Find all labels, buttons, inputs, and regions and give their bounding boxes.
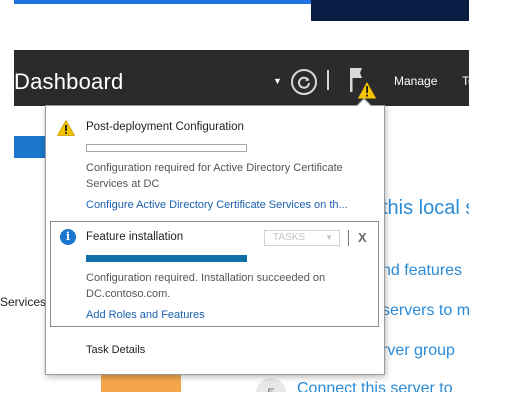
- add-roles-and-features-link[interactable]: Add Roles and Features: [86, 309, 205, 321]
- manage-menu[interactable]: Manage: [394, 74, 437, 88]
- close-notification-button[interactable]: X: [358, 230, 367, 245]
- tasks-separator: [348, 230, 349, 246]
- warning-icon: [57, 120, 75, 136]
- sidebar-item-services[interactable]: Services: [0, 295, 46, 309]
- refresh-button[interactable]: [291, 69, 317, 95]
- page-title: Dashboard: [14, 69, 124, 94]
- notification-flag-icon: [350, 68, 378, 100]
- post-deployment-progress-bar: [86, 144, 247, 152]
- notifications-flag-button[interactable]: [348, 66, 380, 100]
- chevron-down-icon: ▼: [325, 233, 333, 242]
- quickstart-add-servers-link[interactable]: servers to m: [382, 302, 469, 320]
- configure-adcs-link[interactable]: Configure Active Directory Certificate S…: [86, 199, 370, 211]
- notification-title-post-deployment: Post-deployment Configuration: [86, 121, 244, 133]
- tasks-dropdown[interactable]: TASKS ▼: [264, 230, 340, 246]
- server-manager-header: Dashboard ▼ Manage Tools: [14, 50, 469, 106]
- navigation-dropdown-icon[interactable]: ▼: [273, 76, 282, 86]
- feature-installation-progress-bar: [86, 255, 247, 262]
- background-window-edge: [311, 0, 469, 21]
- quickstart-add-roles-link[interactable]: nd features: [382, 262, 469, 280]
- sidebar-selected-item[interactable]: [14, 136, 46, 158]
- learn-more-tile: [101, 374, 181, 394]
- notification-description-post-deployment: Configuration required for Active Direct…: [86, 162, 343, 190]
- task-details-link[interactable]: Task Details: [86, 344, 145, 356]
- info-icon: i: [60, 229, 76, 245]
- welcome-heading: this local s: [382, 197, 469, 219]
- tools-menu[interactable]: Tools: [462, 74, 469, 88]
- notification-description-feature-installation: Configuration required. Installation suc…: [86, 272, 326, 300]
- quickstart-server-group-link[interactable]: rver group: [382, 342, 469, 360]
- bottom-mask: [14, 392, 484, 405]
- background-window-titlebar: [14, 0, 311, 4]
- header-separator: [327, 70, 329, 90]
- tasks-label: TASKS: [273, 232, 306, 243]
- notification-title-feature-installation: Feature installation: [86, 231, 184, 243]
- refresh-icon: [298, 76, 310, 89]
